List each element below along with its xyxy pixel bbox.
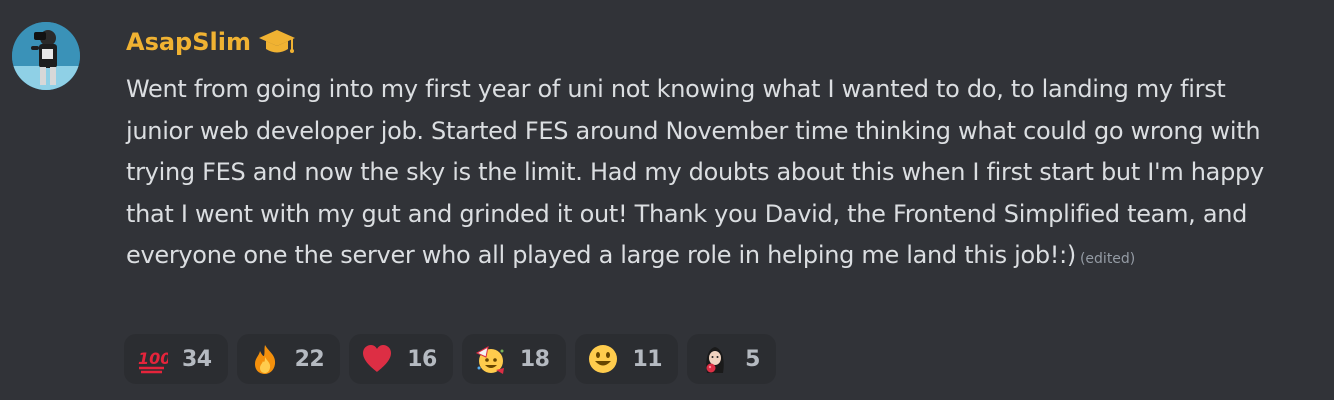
reaction-smiley[interactable]: 11 (574, 334, 679, 384)
custom-emoji-icon (699, 343, 731, 375)
svg-text:100: 100 (138, 349, 168, 368)
smiley-face-icon (587, 343, 619, 375)
message-text: Went from going into my first year of un… (126, 75, 1264, 269)
reaction-hundred[interactable]: 100 34 (124, 334, 228, 384)
reaction-count: 18 (519, 346, 550, 372)
hundred-points-icon: 100 (136, 343, 168, 375)
reaction-heart[interactable]: 16 (349, 334, 453, 384)
reaction-bar: 100 34 22 16 (124, 334, 776, 384)
reaction-party[interactable]: 18 (461, 334, 566, 384)
reaction-custom[interactable]: 5 (687, 334, 776, 384)
message-content: Went from going into my first year of un… (126, 69, 1276, 281)
chat-message: AsapSlim Went from going into my first y… (0, 0, 1334, 400)
reaction-fire[interactable]: 22 (236, 334, 341, 384)
red-heart-icon (361, 343, 393, 375)
edited-label: (edited) (1079, 251, 1136, 267)
party-face-icon (474, 343, 506, 375)
message-header: AsapSlim (126, 22, 297, 62)
reaction-count: 34 (182, 346, 212, 372)
graduation-cap-icon[interactable] (257, 26, 297, 58)
reaction-count: 5 (745, 346, 760, 372)
username[interactable]: AsapSlim (126, 28, 251, 56)
fire-icon (249, 343, 281, 375)
avatar[interactable] (12, 22, 80, 90)
reaction-count: 22 (294, 346, 325, 372)
reaction-count: 11 (632, 346, 663, 372)
reaction-count: 16 (407, 346, 437, 372)
